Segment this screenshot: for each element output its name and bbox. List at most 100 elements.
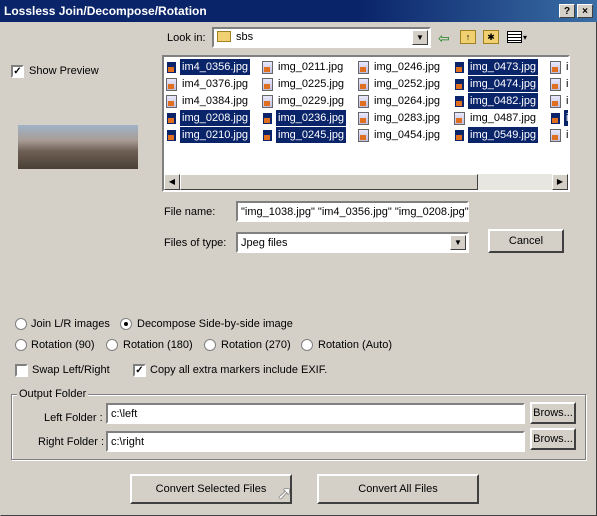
scroll-left-icon[interactable]: ◀: [164, 174, 180, 190]
scroll-thumb[interactable]: [180, 174, 478, 190]
right-browse-button[interactable]: Brows...: [530, 428, 576, 450]
file-item[interactable]: img_0549.jpg: [454, 127, 539, 143]
file-item[interactable]: img_0246.jpg: [358, 59, 442, 75]
view-menu-chevron-icon[interactable]: ▾: [523, 33, 527, 42]
file-name: img_1038.jpg: [564, 110, 568, 126]
jpeg-file-icon: [262, 77, 273, 91]
show-preview-label: Show Preview: [29, 65, 99, 77]
file-item[interactable]: img_0473.jpg: [454, 59, 539, 75]
file-item[interactable]: img_0283.jpg: [358, 110, 442, 126]
file-item[interactable]: img_0252.jpg: [358, 76, 442, 92]
file-item[interactable]: img_0236.jpg: [262, 110, 347, 126]
file-item[interactable]: img_0454.jpg: [358, 127, 442, 143]
file-item[interactable]: img_0264.jpg: [358, 93, 442, 109]
jpeg-file-icon: [358, 94, 369, 108]
file-name: im4_0384.jpg: [182, 95, 249, 107]
file-item[interactable]: img_0245.jpg: [262, 127, 347, 143]
rotation-90-label: Rotation (90): [31, 339, 95, 351]
file-item[interactable]: im4_0356.jpg: [166, 59, 251, 75]
rotation-180-radio[interactable]: [106, 339, 118, 351]
filetype-select[interactable]: Jpeg files ▼: [236, 232, 469, 253]
right-folder-label: Right Folder :: [38, 436, 105, 448]
jpeg-file-icon: [550, 77, 561, 91]
left-folder-field[interactable]: c:\left: [106, 403, 525, 424]
file-item[interactable]: img_0487.jpg: [454, 110, 538, 126]
file-name: img_0236.jpg: [276, 110, 347, 126]
file-name: img_0283.jpg: [374, 112, 441, 124]
file-name: img_0747.jpg: [566, 61, 569, 73]
jpeg-file-icon: [262, 60, 273, 74]
file-item[interactable]: img_0208.jpg: [166, 110, 251, 126]
right-folder-field[interactable]: c:\right: [106, 431, 525, 452]
jpeg-file-icon: [550, 111, 561, 125]
file-item[interactable]: img_0211.jpg: [262, 59, 345, 75]
file-item[interactable]: img_0474.jpg: [454, 76, 539, 92]
file-item[interactable]: im4_0384.jpg: [166, 93, 250, 109]
chevron-down-icon[interactable]: ▼: [450, 235, 466, 250]
jpeg-file-icon: [262, 111, 273, 125]
cancel-button[interactable]: Cancel: [488, 229, 564, 253]
convert-selected-button[interactable]: Convert Selected Files: [130, 474, 292, 504]
jpeg-file-icon: [454, 94, 465, 108]
join-radio[interactable]: [15, 318, 27, 330]
title-bar: Lossless Join/Decompose/Rotation ? ×: [0, 0, 597, 22]
file-name: img_0549.jpg: [468, 127, 539, 143]
rotation-270-radio[interactable]: [204, 339, 216, 351]
file-item[interactable]: img_1037.jpg: [550, 93, 568, 109]
file-name: img_0245.jpg: [276, 127, 347, 143]
rotation-auto-radio[interactable]: [301, 339, 313, 351]
jpeg-file-icon: [358, 77, 369, 91]
show-preview-checkbox[interactable]: ✓: [11, 65, 24, 78]
file-item[interactable]: img_0482.jpg: [454, 93, 539, 109]
back-icon[interactable]: ⇦: [438, 30, 454, 46]
filename-value: "img_1038.jpg" "im4_0356.jpg" "img_0208.…: [241, 206, 469, 218]
filetype-value: Jpeg files: [241, 237, 288, 249]
left-browse-button[interactable]: Brows...: [530, 402, 576, 424]
new-folder-icon[interactable]: ✱: [483, 30, 499, 44]
view-menu-icon[interactable]: [507, 31, 522, 43]
right-folder-value: c:\right: [111, 436, 145, 448]
file-item[interactable]: img_0747.jpg: [550, 59, 569, 75]
file-item[interactable]: im4_0376.jpg: [166, 76, 250, 92]
chevron-down-icon[interactable]: ▼: [412, 30, 428, 45]
jpeg-file-icon: [166, 94, 177, 108]
jpeg-file-icon: [550, 128, 561, 142]
help-button[interactable]: ?: [559, 4, 575, 18]
copy-exif-label: Copy all extra markers include EXIF.: [150, 364, 328, 376]
file-item[interactable]: i: [550, 127, 569, 143]
convert-all-button[interactable]: Convert All Files: [317, 474, 479, 504]
file-name: i: [566, 129, 569, 141]
mouse-cursor-icon: ➚: [277, 483, 293, 503]
jpeg-file-icon: [262, 128, 273, 142]
lookin-combo[interactable]: sbs ▼: [212, 27, 431, 48]
lookin-value: sbs: [236, 31, 254, 43]
file-item[interactable]: img_0768.jpg: [550, 76, 568, 92]
decompose-radio[interactable]: [120, 318, 132, 330]
jpeg-file-icon: [262, 94, 273, 108]
close-button[interactable]: ×: [577, 4, 593, 18]
file-name: im4_0356.jpg: [180, 59, 251, 75]
file-item[interactable]: img_0210.jpg: [166, 127, 251, 143]
file-item[interactable]: img_0225.jpg: [262, 76, 346, 92]
up-folder-icon[interactable]: ↑: [460, 30, 476, 44]
horizontal-scrollbar[interactable]: ◀ ▶: [164, 174, 568, 190]
filename-field[interactable]: "img_1038.jpg" "im4_0356.jpg" "img_0208.…: [236, 201, 469, 222]
file-name: img_0208.jpg: [180, 110, 251, 126]
rotation-270-label: Rotation (270): [221, 339, 291, 351]
copy-exif-checkbox[interactable]: ✓: [133, 364, 146, 377]
file-name: img_0454.jpg: [374, 129, 441, 141]
file-list[interactable]: im4_0356.jpg im4_0376.jpg im4_0384.jpg img_…: [162, 55, 570, 192]
jpeg-file-icon: [550, 60, 561, 74]
jpeg-file-icon: [550, 94, 561, 108]
file-item[interactable]: img_1038.jpg: [550, 110, 568, 126]
file-name: img_0473.jpg: [468, 59, 539, 75]
preview-image: [18, 125, 138, 169]
jpeg-file-icon: [358, 111, 369, 125]
file-item[interactable]: img_0229.jpg: [262, 93, 346, 109]
file-name: img_0225.jpg: [278, 78, 345, 90]
swap-checkbox[interactable]: [15, 364, 28, 377]
file-name: img_0210.jpg: [180, 127, 251, 143]
rotation-auto-label: Rotation (Auto): [318, 339, 392, 351]
scroll-right-icon[interactable]: ▶: [552, 174, 568, 190]
rotation-90-radio[interactable]: [15, 339, 27, 351]
